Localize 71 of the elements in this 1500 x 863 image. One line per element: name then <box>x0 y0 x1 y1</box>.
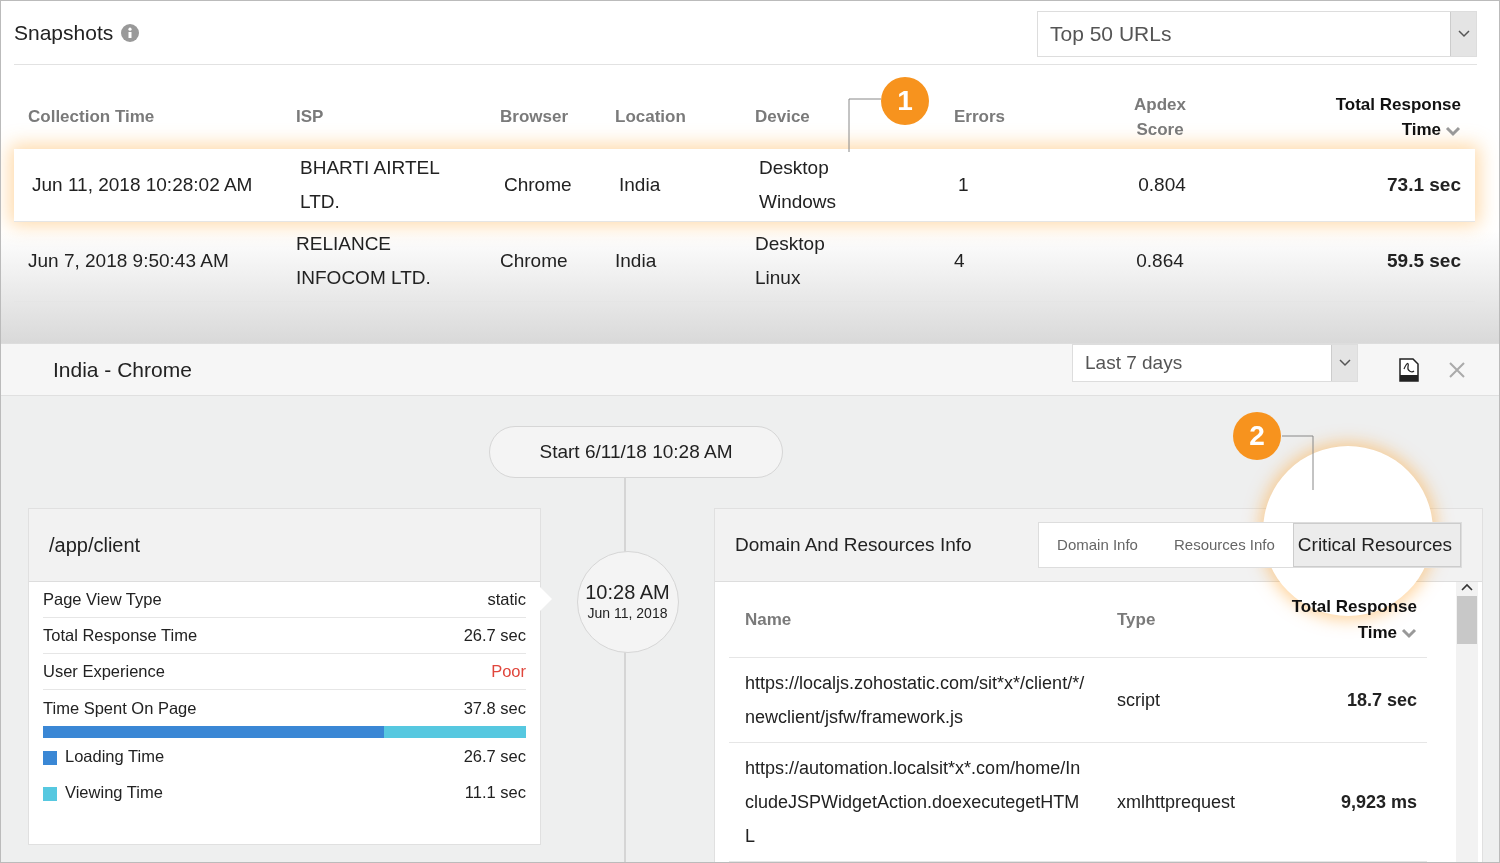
table-cell-text: Desktop Windows <box>759 155 838 214</box>
table-cell-text: 18.7 sec <box>1345 688 1418 712</box>
table-cell-text: script <box>1116 688 1161 712</box>
column-header[interactable]: Browser <box>500 104 569 130</box>
tab[interactable]: Domain Info <box>1039 523 1156 567</box>
table-cell-text: 59.5 sec <box>1387 249 1461 273</box>
table-cell-text: https://localjs.zohostatic.com/sit*x*/client/*/newclient/jsfw/framework.js <box>744 672 1085 729</box>
card-title: Domain And Resources Info <box>735 532 972 557</box>
leader-line <box>848 98 882 152</box>
scrollbar-thumb[interactable] <box>1457 596 1477 644</box>
sort-icon[interactable] <box>1445 124 1461 137</box>
metric-value: static <box>487 589 526 611</box>
column-header[interactable]: Errors <box>954 104 1006 130</box>
info-icon[interactable] <box>121 23 140 42</box>
legend-value: 26.7 sec <box>463 745 526 767</box>
node-date: Jun 11, 2018 <box>587 603 668 623</box>
scrollbar[interactable] <box>1456 582 1478 862</box>
pdf-icon[interactable] <box>1398 357 1420 382</box>
column-header[interactable]: Collection Time <box>28 104 155 130</box>
column-header[interactable]: Total Response Time <box>1261 594 1431 645</box>
callout-marker: 2 <box>1233 412 1281 460</box>
column-header[interactable]: Apdex Score <box>1125 91 1195 143</box>
table-cell-text: 0.804 <box>1138 172 1186 197</box>
table-cell-text: Desktop Linux <box>755 232 826 290</box>
scroll-up-icon[interactable] <box>1461 582 1473 592</box>
table-cell-text: India <box>619 172 661 197</box>
period-dropdown[interactable]: Last 7 days <box>1072 344 1358 382</box>
close-icon[interactable] <box>1448 360 1466 379</box>
card-title: /app/client <box>29 509 540 582</box>
table-cell-text: xmlhttprequest <box>1116 790 1237 814</box>
column-header[interactable]: Location <box>615 104 686 130</box>
table-cell-text: 1 <box>958 172 969 197</box>
table-cell-text: 4 <box>954 249 965 273</box>
table-cell-text: Chrome <box>500 249 568 273</box>
node-time: 10:28 AM <box>585 580 670 603</box>
metric-value: Poor <box>491 661 526 683</box>
url-filter-dropdown[interactable]: Top 50 URLs <box>1037 10 1477 57</box>
legend-label: Loading Time <box>65 745 165 767</box>
metric-value: 26.7 sec <box>463 625 526 647</box>
column-header[interactable]: Name <box>729 606 1101 633</box>
callout-marker: 1 <box>881 77 929 125</box>
column-header[interactable]: Type <box>1101 606 1261 633</box>
detail-title: India - Chrome <box>53 356 192 383</box>
table-cell-text: 9,923 ms <box>1339 790 1418 814</box>
leader-line <box>1281 435 1315 490</box>
table-cell-text: 73.1 sec <box>1387 172 1461 197</box>
table-cell-text: Jun 11, 2018 10:28:02 AM <box>32 172 253 197</box>
metric-label: Total Response Time <box>43 625 198 647</box>
sort-icon[interactable] <box>1401 627 1417 639</box>
legend-label: Viewing Time <box>65 781 163 803</box>
table-cell-text: India <box>615 249 657 273</box>
metric-label: Page View Type <box>43 589 162 611</box>
table-cell-text: BHARTI AIRTEL LTD. <box>300 155 441 214</box>
column-header[interactable]: ISP <box>296 104 324 130</box>
timeline-start: Start 6/11/18 10:28 AM <box>489 426 783 478</box>
metric-value: 37.8 sec <box>463 697 526 719</box>
metric-label: Time Spent On Page <box>43 697 197 719</box>
tab[interactable]: Resources Info <box>1155 523 1293 567</box>
table-cell-text: Chrome <box>504 172 572 197</box>
panel-title: Snapshots <box>14 19 114 46</box>
column-header[interactable]: Total Response Time <box>1301 91 1461 143</box>
table-cell-text: RELIANCE INFOCOM LTD. <box>296 232 432 290</box>
caret-icon <box>1338 359 1351 367</box>
column-header[interactable]: Device <box>755 104 810 130</box>
table-cell-text: 0.864 <box>1136 249 1184 273</box>
tab[interactable]: Critical Resources <box>1292 523 1461 567</box>
table-cell-text: Jun 7, 2018 9:50:43 AM <box>28 249 229 273</box>
metric-label: User Experience <box>43 661 165 683</box>
table-cell-text: https://automation.localsit*x*.com/home/IncludeJSPWidgetAction.doexecutegetHTML <box>744 757 1082 848</box>
legend-value: 11.1 sec <box>464 781 526 803</box>
caret-icon <box>1457 29 1470 38</box>
